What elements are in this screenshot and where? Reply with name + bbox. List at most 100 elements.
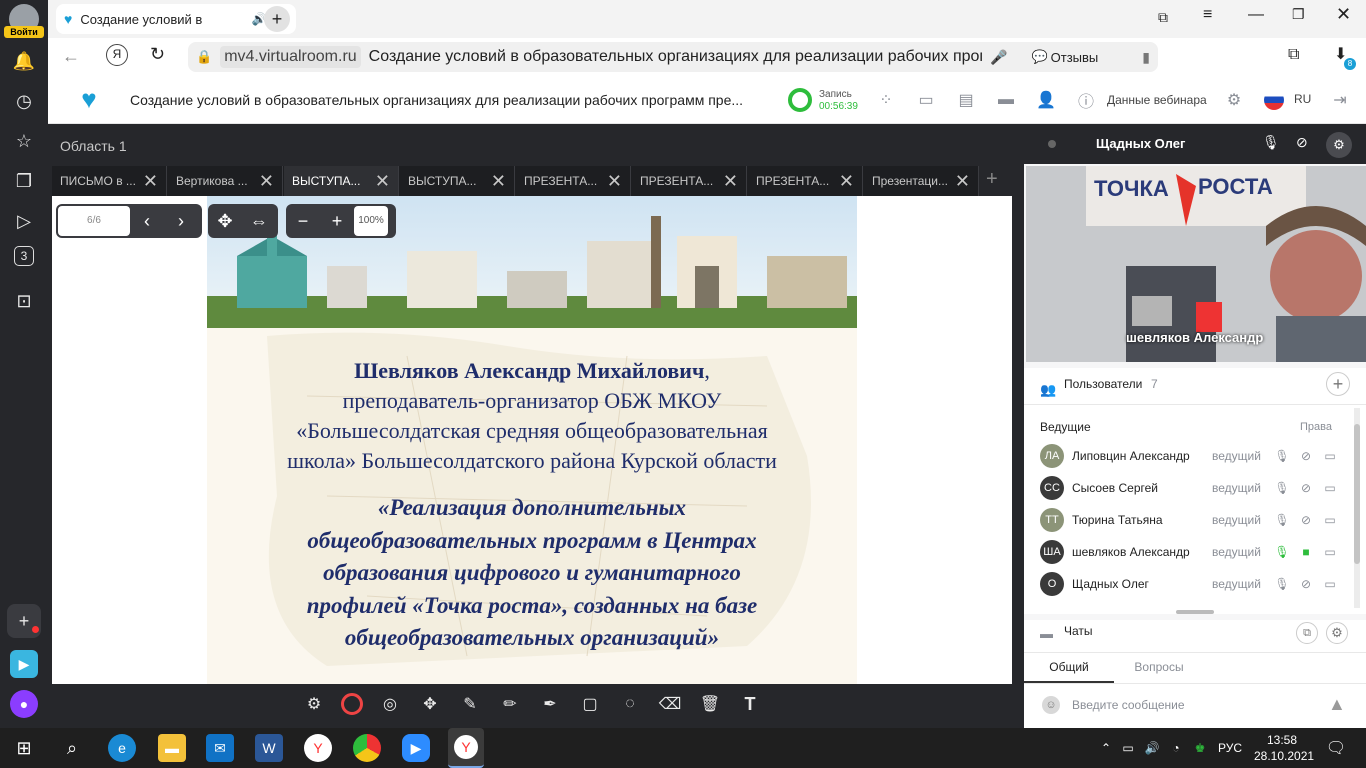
mic-off-icon[interactable]: 🎙 [1262, 134, 1280, 151]
close-icon[interactable]: ✕ [839, 171, 854, 192]
camera-off-icon[interactable]: ⊘ [1294, 513, 1318, 527]
shape-icon[interactable]: ◌ [617, 691, 643, 717]
prev-page-icon[interactable]: ‹ [130, 204, 164, 238]
screen-share-icon[interactable]: ▭ [914, 88, 938, 112]
yandex-logo-icon[interactable]: Я [106, 44, 128, 66]
chrome-icon[interactable] [353, 734, 381, 762]
emoji-icon[interactable]: ☺ [1042, 696, 1060, 714]
star-icon[interactable]: ☆ [9, 126, 39, 156]
zoom-in-icon[interactable]: + [320, 204, 354, 238]
fit-page-icon[interactable]: ✥ [208, 204, 242, 238]
move-icon[interactable]: ✥ [417, 691, 443, 717]
brush-icon[interactable]: ✎ [457, 691, 483, 717]
language-label[interactable]: RU [1294, 92, 1311, 106]
input-language[interactable]: РУС [1218, 741, 1242, 755]
close-icon[interactable]: ✕ [143, 171, 158, 192]
tab-general[interactable]: Общий [1024, 653, 1114, 683]
login-button[interactable]: Войти [4, 26, 44, 38]
pen-icon[interactable]: ✒ [537, 691, 563, 717]
zoom-out-icon[interactable]: − [286, 204, 320, 238]
feedback-button[interactable]: 💬 Отзывы [1031, 49, 1098, 65]
screen-off-icon[interactable]: ▭ [1318, 513, 1342, 527]
eraser-icon[interactable]: ⌫ [657, 691, 683, 717]
search-icon[interactable]: ⌕ [58, 734, 86, 762]
doc-tab[interactable]: Презентаци... ✕ [864, 166, 979, 196]
mic-off-icon[interactable]: 🎙 [1270, 449, 1294, 463]
mic-icon[interactable]: 🎤 [990, 49, 1007, 66]
menu-icon[interactable]: ≡ [1203, 6, 1212, 24]
webinar-data-link[interactable]: Данные вебинара [1107, 93, 1207, 107]
color-picker-icon[interactable] [341, 693, 363, 715]
zoom-icon[interactable]: ▶ [402, 734, 430, 762]
play-icon[interactable]: ▷ [9, 206, 39, 236]
settings-icon[interactable]: ⚙ [301, 691, 327, 717]
badge-3-icon[interactable]: 3 [14, 246, 34, 266]
camera-on-icon[interactable]: ■ [1294, 545, 1318, 559]
mic-on-icon[interactable]: 🎙 [1270, 545, 1294, 559]
rectangle-icon[interactable]: ▢ [577, 691, 603, 717]
zoom-level[interactable]: 100% [354, 206, 388, 236]
add-tab-icon[interactable]: + [986, 168, 998, 191]
screen-off-icon[interactable]: ▭ [1318, 545, 1342, 559]
windows-start-icon[interactable]: ⊞ [10, 734, 38, 762]
chat-settings-icon[interactable]: ⚙ [1326, 622, 1348, 644]
fit-width-icon[interactable]: ⇔ [242, 204, 276, 238]
file-explorer-icon[interactable]: ▬ [158, 734, 186, 762]
notifications-icon[interactable]: 🗨 [1322, 734, 1350, 762]
doc-tab[interactable]: ПРЕЗЕНТА... ✕ [516, 166, 631, 196]
user-row[interactable]: ТТ Тюрина Татьяна ведущий 🎙 ⊘ ▭ [1040, 506, 1350, 534]
new-tab-button[interactable]: + [264, 6, 290, 32]
close-icon[interactable]: ✕ [491, 171, 506, 192]
screen-off-icon[interactable]: ▭ [1318, 449, 1342, 463]
collections-icon[interactable]: ❐ [9, 166, 39, 196]
user-row[interactable]: СС Сысоев Сергей ведущий 🎙 ⊘ ▭ [1040, 474, 1350, 502]
apps-icon[interactable]: ⁘ [874, 88, 898, 112]
settings-icon[interactable]: ⚙ [1222, 88, 1246, 112]
extensions-icon[interactable]: ⧉ [1288, 46, 1299, 64]
kaspersky-icon[interactable]: ♚ [1186, 734, 1214, 762]
document-icon[interactable]: ▤ [954, 88, 978, 112]
doc-tab[interactable]: ПРЕЗЕНТА... ✕ [632, 166, 747, 196]
mic-off-icon[interactable]: 🎙 [1270, 481, 1294, 495]
browser-tab[interactable]: ♥ Создание условий в 🔊 ✕ [56, 4, 296, 34]
close-window-icon[interactable]: ✕ [1336, 4, 1351, 25]
send-icon[interactable]: ▲ [1328, 694, 1346, 715]
restore-icon[interactable]: ❐ [1292, 6, 1305, 23]
mail-icon[interactable]: ✉ [206, 734, 234, 762]
screen-off-icon[interactable]: ▭ [1318, 577, 1342, 591]
virtualroom-logo-icon[interactable]: ♥ [72, 84, 106, 114]
next-page-icon[interactable]: › [164, 204, 198, 238]
chat-popout-icon[interactable]: ⧉ [1296, 622, 1318, 644]
folder-icon[interactable]: ▬ [994, 88, 1018, 112]
tab-questions[interactable]: Вопросы [1114, 653, 1204, 683]
close-icon[interactable]: ✕ [723, 171, 738, 192]
message-input[interactable]: Введите сообщение [1072, 698, 1185, 712]
record-icon[interactable] [788, 88, 812, 112]
doc-tab[interactable]: ВЫСТУПА... ✕ [400, 166, 515, 196]
back-icon[interactable]: ← [62, 46, 80, 67]
word-icon[interactable]: W [255, 734, 283, 762]
screenshot-icon[interactable]: ⊡ [9, 286, 39, 316]
trash-icon[interactable]: 🗑 [697, 691, 723, 717]
clock-time[interactable]: 13:58 [1262, 733, 1302, 747]
close-icon[interactable]: ✕ [955, 171, 970, 192]
close-icon[interactable]: ✕ [607, 171, 622, 192]
reload-icon[interactable]: ↻ [150, 44, 165, 65]
info-icon[interactable]: ⓘ [1074, 88, 1098, 112]
bell-icon[interactable]: 🔔 [9, 46, 39, 76]
video-settings-icon[interactable]: ⚙ [1326, 132, 1352, 158]
pointer-icon[interactable]: ◎ [377, 691, 403, 717]
users-scrollbar[interactable] [1354, 408, 1360, 608]
doc-tab[interactable]: ПРЕЗЕНТА... ✕ [748, 166, 863, 196]
close-icon[interactable]: ✕ [259, 171, 274, 192]
exit-icon[interactable]: ⇥ [1328, 88, 1352, 112]
user-row[interactable]: ЛА Липовцин Александр ведущий 🎙 ⊘ ▭ [1040, 442, 1350, 470]
users-settings-icon[interactable]: 👤 [1034, 88, 1058, 112]
history-icon[interactable]: ◷ [9, 86, 39, 116]
alice-icon[interactable]: ● [10, 690, 38, 718]
url-field[interactable]: 🔒 mv4.virtualroom.ru Создание условий в … [188, 42, 1158, 72]
user-row[interactable]: О Щадных Олег ведущий 🎙 ⊘ ▭ [1040, 570, 1350, 598]
page-indicator[interactable]: 6/6 [58, 206, 130, 236]
mic-off-icon[interactable]: 🎙 [1270, 513, 1294, 527]
screen-off-icon[interactable]: ▭ [1318, 481, 1342, 495]
